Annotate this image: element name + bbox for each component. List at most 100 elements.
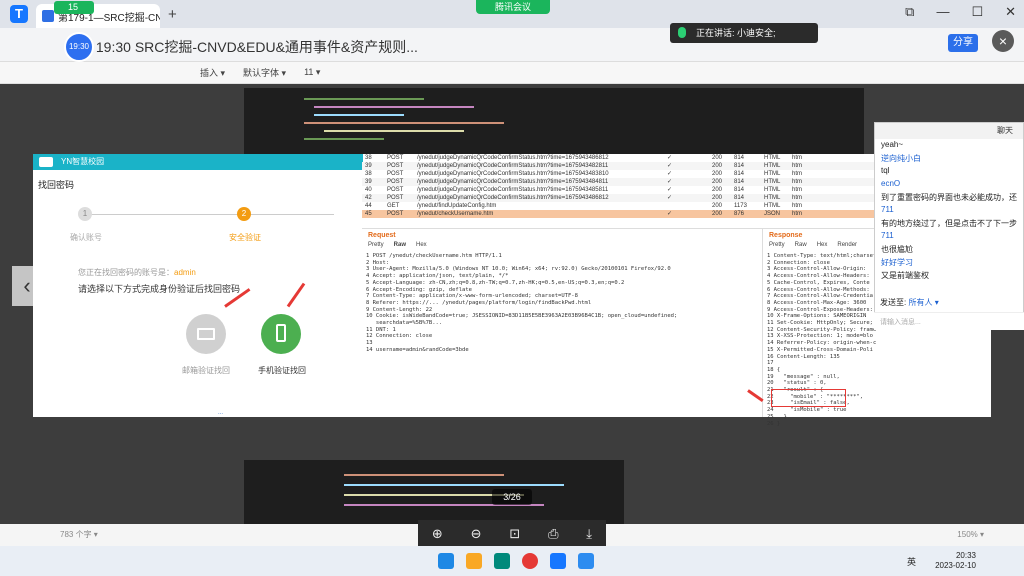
chat-message: 711 xyxy=(881,231,894,240)
zoom-in-icon[interactable]: ⊕ xyxy=(432,526,443,542)
table-cell-length: 814 xyxy=(734,195,745,201)
table-cell-method: GET xyxy=(387,203,400,209)
table-cell-length: 814 xyxy=(734,155,745,161)
code-line: 14 Referrer-Policy: origin-when-c xyxy=(767,340,877,347)
system-clock[interactable]: 20:33 2023-02-10 xyxy=(935,551,976,571)
chat-messages: yeah~ 逆向纯小白 tql ecnO 到了重置密码的界面也未必能成功，还 711 有的地… xyxy=(875,139,1023,282)
close-icon[interactable]: × xyxy=(992,30,1014,52)
viewer-toolbar: ⊕ ⊖ ⊡ ⎙ ⤓ xyxy=(418,520,606,548)
fit-page-icon[interactable]: ⊡ xyxy=(509,526,520,542)
windows-start-icon[interactable] xyxy=(438,553,454,569)
table-cell-url: /ynedut/judgeDynamicQrCodeConfirmStatus.… xyxy=(417,163,609,169)
taskbar: 英 20:33 2023-02-10 xyxy=(0,546,1024,576)
table-cell-method: POST xyxy=(387,155,404,161)
highlight-box xyxy=(771,389,846,407)
code-line: 11 DNT: 1 xyxy=(366,326,396,333)
restore-icon[interactable]: ⧉ xyxy=(905,4,914,20)
maximize-button[interactable]: ☐ xyxy=(971,4,983,20)
chrome-icon[interactable] xyxy=(522,553,538,569)
new-tab-button[interactable]: + xyxy=(168,6,177,23)
table-cell-mime: HTML xyxy=(764,195,781,201)
table-cell-mime: HTML xyxy=(764,179,781,185)
chat-message: 也很尴尬 xyxy=(881,245,913,254)
request-tabs: Pretty Raw Hex xyxy=(362,242,762,251)
tab-raw[interactable]: Raw xyxy=(394,242,406,251)
table-cell-method: POST xyxy=(387,187,404,193)
insert-menu[interactable]: 插入 ▾ xyxy=(200,66,225,79)
table-cell-method: POST xyxy=(387,195,404,201)
account-prompt: 您正在找回密码的账号是：admin xyxy=(78,268,196,277)
tab-render[interactable]: Render xyxy=(837,242,857,251)
editor-toolbar: 插入 ▾ 默认字体 ▾ 11 ▾ xyxy=(0,62,1024,84)
font-family-select[interactable]: 默认字体 ▾ xyxy=(243,66,286,79)
table-cell-ext: htm xyxy=(792,171,803,177)
tab-pretty[interactable]: Pretty xyxy=(769,242,785,251)
recording-indicator: 15 xyxy=(54,1,94,14)
share-button[interactable]: 分享 xyxy=(948,34,978,52)
file-explorer-icon[interactable] xyxy=(466,553,482,569)
code-editor-bottom xyxy=(244,460,624,526)
code-line: 24 "isMobile" : true xyxy=(767,407,847,414)
tencent-meeting-icon[interactable] xyxy=(578,553,594,569)
print-icon[interactable]: ⎙ xyxy=(548,526,558,542)
table-cell-num: 38 xyxy=(365,155,372,161)
table-cell-url: /ynedut/checkUsername.htm xyxy=(417,211,494,217)
minimize-button[interactable]: — xyxy=(936,4,949,20)
code-line: 12 Connection: close xyxy=(366,333,433,340)
tab-raw[interactable]: Raw xyxy=(795,242,807,251)
table-cell-status: 200 xyxy=(712,203,723,209)
tab-pretty[interactable]: Pretty xyxy=(368,242,384,251)
request-body[interactable]: 1 POST /ynedut/checkUsername.htm HTTP/1.… xyxy=(362,251,762,354)
font-size-select[interactable]: 11 ▾ xyxy=(304,67,320,78)
chat-message: 有的地方绕过了，但是点击不了下一步 xyxy=(881,219,1017,228)
email-option-button[interactable] xyxy=(186,314,226,354)
code-line: 19 "message" : null, xyxy=(767,373,840,380)
chat-input[interactable]: 请输入消息... xyxy=(874,312,1024,330)
zoom-out-icon[interactable]: ⊖ xyxy=(471,526,482,542)
close-window-button[interactable]: ✕ xyxy=(1005,4,1016,20)
edge-browser-icon[interactable] xyxy=(494,553,510,569)
tab-hex[interactable]: Hex xyxy=(817,242,828,251)
phone-option-label[interactable]: 手机验证找回 xyxy=(258,365,306,376)
footer-link[interactable]: ... xyxy=(218,410,223,416)
table-cell-num: 42 xyxy=(365,195,372,201)
presenter-avatar: 19:30 xyxy=(64,32,94,62)
word-count[interactable]: 783 个字 ▾ xyxy=(60,530,98,539)
download-icon[interactable]: ⤓ xyxy=(586,526,592,542)
table-cell-num: 40 xyxy=(365,187,372,193)
code-line: 25 } xyxy=(767,413,787,420)
tencent-docs-icon[interactable] xyxy=(550,553,566,569)
send-to-select[interactable]: 所有人 ▾ xyxy=(908,298,938,307)
table-cell-status: 200 xyxy=(712,179,723,185)
zoom-level[interactable]: 150% ▾ xyxy=(957,524,984,546)
chat-message: 711 xyxy=(881,205,894,214)
table-cell-status: 200 xyxy=(712,195,723,201)
table-cell-url: /ynedut/judgeDynamicQrCodeConfirmStatus.… xyxy=(417,171,609,177)
table-cell-mime: HTML xyxy=(764,163,781,169)
table-cell-mime: HTML xyxy=(764,155,781,161)
table-cell-status: 200 xyxy=(712,171,723,177)
table-cell-method: POST xyxy=(387,211,404,217)
document-title: 第 19:30 SRC挖掘-CNVD&EDU&通用事件&资产规则... xyxy=(78,39,418,55)
code-line: 14 username=admin&randCode=3bde xyxy=(366,346,469,353)
code-line: searchdata=%5B%7B... xyxy=(366,320,443,327)
table-cell-status: 200 xyxy=(712,211,723,217)
table-cell-mime: HTML xyxy=(764,187,781,193)
phone-option-button[interactable] xyxy=(261,314,301,354)
request-title: Request xyxy=(368,232,396,239)
app-logo-icon[interactable]: T xyxy=(10,5,28,23)
table-cell-url: /ynedut/judgeDynamicQrCodeConfirmStatus.… xyxy=(417,187,609,193)
code-line: 9 Content-Length: 22 xyxy=(366,306,433,313)
tab-hex[interactable]: Hex xyxy=(416,242,427,251)
chat-message: 逆向纯小白 xyxy=(881,154,921,163)
chat-title: 聊天 xyxy=(875,123,1023,139)
code-line: 26 } xyxy=(767,420,781,427)
meeting-badge[interactable]: 腾讯会议 xyxy=(476,0,550,14)
code-line: 8 Referer: https://... /ynedut/pages/pla… xyxy=(366,299,592,306)
yn-logo-icon xyxy=(39,157,53,167)
code-line: 10 Cookie: isWideBandCode=true; JSESSION… xyxy=(366,313,678,320)
input-language[interactable]: 英 xyxy=(907,555,916,568)
chat-message: 到了重置密码的界面也未必能成功，还 xyxy=(881,193,1017,202)
chat-message: 又是前端鉴权 xyxy=(881,271,929,280)
email-option-label[interactable]: 邮箱验证找回 xyxy=(182,365,230,376)
